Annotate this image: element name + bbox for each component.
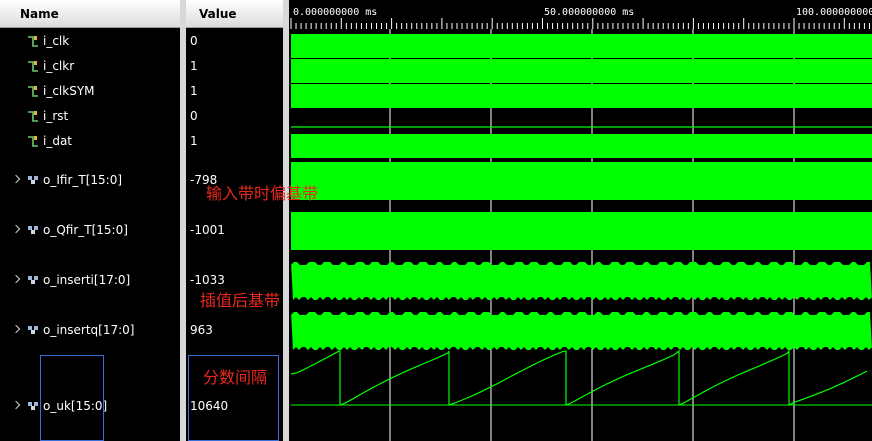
signal-label: i_clkSYM bbox=[43, 84, 95, 98]
signal-value: -1001 bbox=[190, 223, 225, 237]
bus-signal-icon bbox=[28, 402, 38, 410]
bit-signal-icon bbox=[28, 36, 38, 47]
signal-value: -1033 bbox=[190, 273, 225, 287]
signal-label: o_insertq[17:0] bbox=[43, 323, 135, 337]
bit-signal-icon bbox=[28, 86, 38, 97]
expand-caret-icon[interactable] bbox=[11, 224, 21, 234]
signal-value: 1 bbox=[190, 84, 198, 98]
bus-signal-icon bbox=[28, 276, 38, 284]
time-label-100: 100.000000000 bbox=[796, 7, 872, 18]
expand-caret-icon[interactable] bbox=[11, 174, 21, 184]
expand-caret-icon[interactable] bbox=[11, 400, 21, 410]
bus-signal-icon bbox=[28, 176, 38, 184]
signal-value: 963 bbox=[190, 323, 213, 337]
uk-sawtooth-waveform bbox=[290, 349, 868, 406]
bit-waveform bbox=[291, 59, 872, 83]
bus-waveform-insertq bbox=[291, 312, 872, 350]
value-column-header[interactable]: Value bbox=[186, 0, 283, 28]
bit-signal-icon bbox=[28, 136, 38, 147]
bit-signal-icon bbox=[28, 61, 38, 72]
signal-label: i_clkr bbox=[43, 59, 75, 73]
signal-label: i_clk bbox=[43, 34, 70, 48]
signal-value: 0 bbox=[190, 109, 198, 123]
bit-waveform bbox=[291, 134, 872, 158]
expand-caret-icon[interactable] bbox=[11, 274, 21, 284]
expand-caret-icon[interactable] bbox=[11, 324, 21, 334]
time-ruler[interactable]: 0.000000000 ms 50.000000000 ms 100.00000… bbox=[289, 0, 872, 29]
signal-value: 1 bbox=[190, 59, 198, 73]
signal-label: i_rst bbox=[43, 109, 69, 123]
name-column-title: Name bbox=[20, 7, 59, 21]
annotation-fractional-interval: 分数间隔 bbox=[203, 368, 268, 387]
bus-waveform-ifir bbox=[291, 162, 872, 200]
annotation-baseband-input: 输入带时偏基带 bbox=[206, 184, 319, 203]
bus-signal-icon bbox=[28, 226, 38, 234]
signal-value: 0 bbox=[190, 34, 198, 48]
signal-label: o_Ifir_T[15:0] bbox=[43, 173, 123, 187]
column-divider[interactable] bbox=[180, 0, 186, 441]
value-column-title: Value bbox=[199, 7, 237, 21]
highlight-box-name bbox=[40, 355, 104, 441]
bit-waveform bbox=[291, 84, 872, 108]
waveform-canvas[interactable] bbox=[289, 29, 872, 441]
name-column-header[interactable]: Name bbox=[0, 0, 180, 28]
time-label-0: 0.000000000 ms bbox=[293, 7, 378, 18]
signal-label: i_dat bbox=[43, 134, 73, 148]
time-label-50: 50.000000000 ms bbox=[544, 7, 635, 18]
signal-label: o_inserti[17:0] bbox=[43, 273, 131, 287]
annotation-interpolated: 插值后基带 bbox=[200, 291, 281, 310]
bus-waveform-qfir bbox=[291, 212, 872, 250]
bit-waveform bbox=[291, 34, 872, 58]
bit-signal-icon bbox=[28, 111, 38, 122]
signal-label: o_Qfir_T[15:0] bbox=[43, 223, 128, 237]
bus-signal-icon bbox=[28, 326, 38, 334]
bus-waveform-inserti bbox=[291, 262, 872, 300]
signal-value: 1 bbox=[190, 134, 198, 148]
